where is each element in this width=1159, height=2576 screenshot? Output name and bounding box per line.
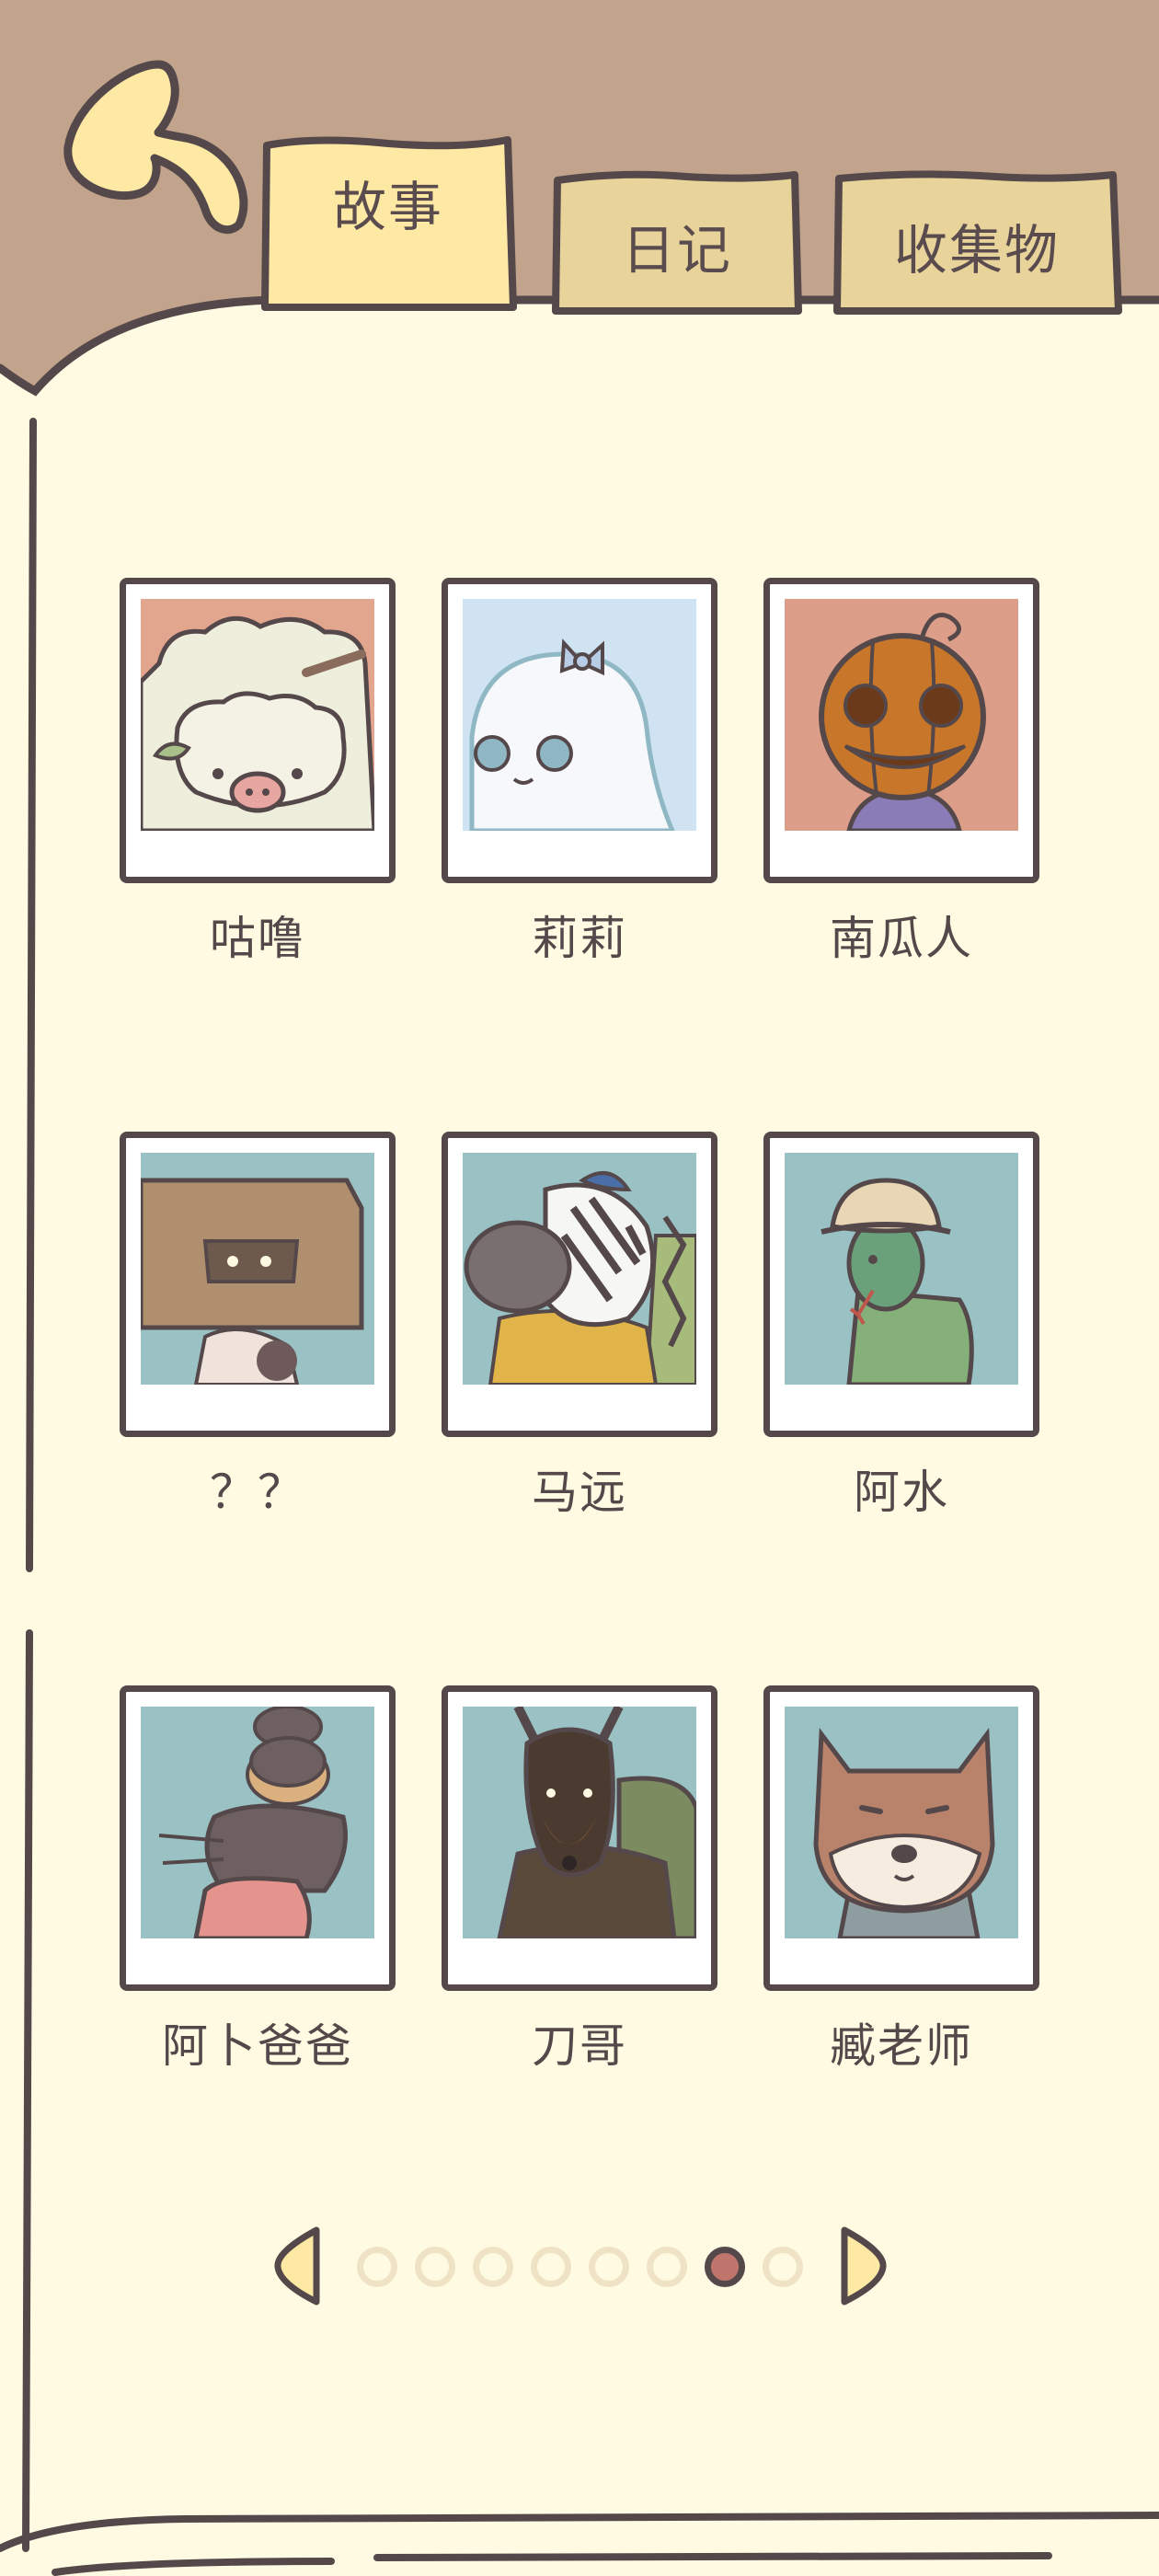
back-arrow-icon: [63, 60, 248, 235]
triangle-right-icon: [841, 2226, 887, 2306]
character-name: 马远: [532, 1466, 627, 1519]
rat-stack-portrait-icon: [141, 1707, 374, 1938]
character-name: 阿水: [854, 1466, 949, 1519]
character-card[interactable]: 阿卜爸爸: [120, 1685, 396, 2076]
ghost-girl-portrait-icon: [463, 599, 696, 831]
character-card[interactable]: 刀哥: [442, 1685, 717, 2076]
photo-frame: [442, 1685, 717, 1991]
page-dot[interactable]: [473, 2247, 513, 2287]
tab-diary[interactable]: 日记: [548, 167, 806, 315]
page-dot[interactable]: [415, 2247, 455, 2287]
zebra-portrait-icon: [463, 1153, 696, 1385]
character-name: 莉莉: [532, 912, 627, 965]
story-collection-screen: 故事 日记 收集物 咕噜 莉莉 南瓜人 ？？ 马远 阿水 阿卜爸爸 刀哥 臧老师: [0, 0, 1159, 2576]
character-name: 咕噜: [210, 912, 305, 965]
back-button[interactable]: [57, 55, 259, 248]
snake-hat-portrait-icon: [785, 1153, 1018, 1385]
character-name: 南瓜人: [830, 912, 973, 965]
triangle-left-icon: [274, 2226, 320, 2306]
character-card[interactable]: 南瓜人: [763, 578, 1039, 968]
character-name: 臧老师: [830, 2019, 973, 2073]
character-card[interactable]: 臧老师: [763, 1685, 1039, 2076]
character-name: 刀哥: [532, 2019, 627, 2073]
tab-diary-label: 日记: [621, 219, 732, 282]
character-card[interactable]: 阿水: [763, 1132, 1039, 1522]
prev-page-button[interactable]: [272, 2225, 327, 2307]
tab-story[interactable]: 故事: [259, 136, 517, 311]
tab-story-label: 故事: [332, 176, 443, 238]
character-card[interactable]: 马远: [442, 1132, 717, 1522]
page-dot[interactable]: [589, 2247, 629, 2287]
photo-frame: [442, 1132, 717, 1437]
next-page-button[interactable]: [833, 2225, 889, 2307]
character-card[interactable]: 莉莉: [442, 578, 717, 968]
tab-collectibles[interactable]: 收集物: [830, 167, 1124, 315]
photo-frame: [442, 578, 717, 883]
character-name: 阿卜爸爸: [162, 2019, 353, 2073]
photo-frame: [120, 578, 396, 883]
shiba-portrait-icon: [785, 1707, 1018, 1938]
photo-frame: [763, 578, 1039, 883]
character-name: ？？: [210, 1466, 305, 1519]
pumpkin-head-portrait-icon: [785, 599, 1018, 831]
photo-frame: [120, 1132, 396, 1437]
page-dot[interactable]: [763, 2247, 803, 2287]
photo-frame: [120, 1685, 396, 1991]
pagination: [272, 2225, 889, 2307]
character-card[interactable]: ？？: [120, 1132, 396, 1522]
page-dot[interactable]: [531, 2247, 571, 2287]
photo-frame: [763, 1685, 1039, 1991]
tab-collectibles-label: 收集物: [893, 219, 1060, 282]
page-dot-active[interactable]: [705, 2247, 745, 2287]
sheep-pig-portrait-icon: [141, 599, 374, 831]
character-card[interactable]: 咕噜: [120, 578, 396, 968]
page-dot[interactable]: [647, 2247, 687, 2287]
page-dot[interactable]: [357, 2247, 397, 2287]
box-head-portrait-icon: [141, 1153, 374, 1385]
photo-frame: [763, 1132, 1039, 1437]
doberman-portrait-icon: [463, 1707, 696, 1938]
